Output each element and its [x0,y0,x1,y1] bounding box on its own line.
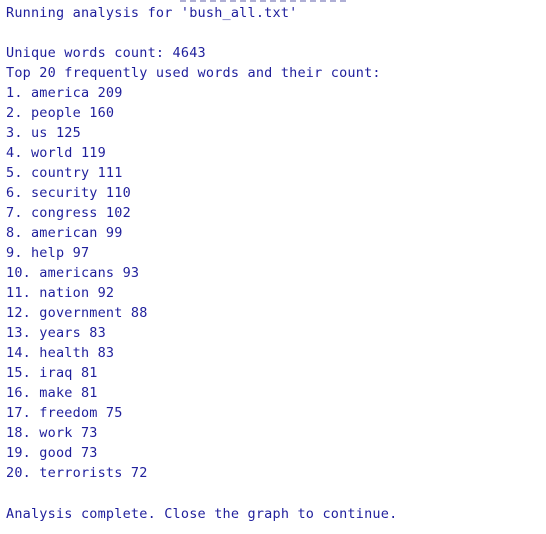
list-item: 16. make 81 [6,385,98,401]
list-item: 2. people 160 [6,105,115,121]
list-item: 1. america 209 [6,85,123,101]
list-item: 9. help 97 [6,245,90,261]
list-item: 7. congress 102 [6,205,131,221]
list-item: 12. government 88 [6,305,148,321]
list-item: 11. nation 92 [6,285,115,301]
unique-count-line: Unique words count: 4643 [6,45,206,61]
footer-line: Analysis complete. Close the graph to co… [6,506,398,522]
list-item: 14. health 83 [6,345,115,361]
list-item: 5. country 111 [6,165,123,181]
list-item: 3. us 125 [6,125,81,141]
list-item: 18. work 73 [6,425,98,441]
list-item: 15. iraq 81 [6,365,98,381]
top-heading-line: Top 20 frequently used words and their c… [6,65,381,81]
list-item: 19. good 73 [6,445,98,461]
list-item: 17. freedom 75 [6,405,123,421]
list-item: 13. years 83 [6,325,106,341]
list-item: 8. american 99 [6,225,123,241]
list-item: 10. americans 93 [6,265,140,281]
list-item: 4. world 119 [6,145,106,161]
header-line: Running analysis for 'bush_all.txt' [6,5,298,21]
console-output: Running analysis for 'bush_all.txt' Uniq… [0,0,546,534]
list-item: 6. security 110 [6,185,131,201]
list-item: 20. terrorists 72 [6,465,148,481]
